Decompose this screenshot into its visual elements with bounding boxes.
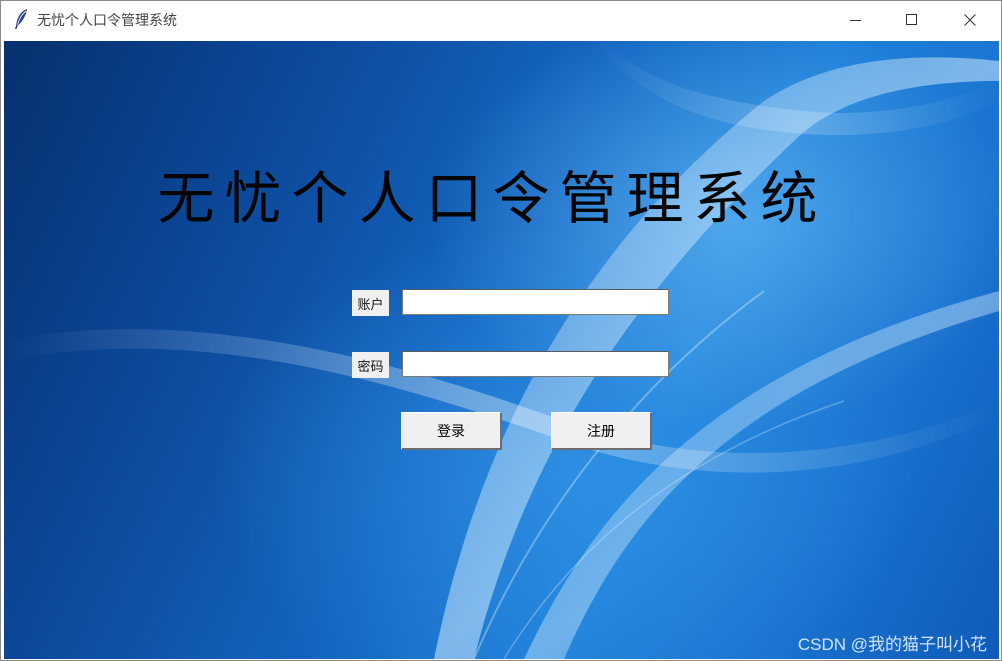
close-button[interactable] xyxy=(941,1,999,39)
password-input[interactable] xyxy=(402,351,669,377)
maximize-icon xyxy=(906,14,918,26)
maximize-button[interactable] xyxy=(883,1,941,39)
minimize-icon xyxy=(850,14,862,26)
login-button[interactable]: 登录 xyxy=(401,412,502,450)
password-label: 密码 xyxy=(352,352,389,378)
title-bar[interactable]: 无忧个人口令管理系统 xyxy=(1,1,1001,39)
app-window: 无忧个人口令管理系统 无忧个人口令管理系统 账户 密码 登录 注册 CSDN @… xyxy=(0,0,1002,661)
register-button[interactable]: 注册 xyxy=(551,412,652,450)
account-label: 账户 xyxy=(352,290,389,316)
login-panel: 无忧个人口令管理系统 账户 密码 登录 注册 CSDN @我的猫子叫小花 xyxy=(4,41,999,659)
minimize-button[interactable] xyxy=(827,1,885,39)
window-title: 无忧个人口令管理系统 xyxy=(37,13,177,29)
page-title: 无忧个人口令管理系统 xyxy=(157,166,828,232)
background-swoosh xyxy=(4,41,999,659)
close-icon xyxy=(964,14,976,26)
feather-icon xyxy=(13,8,29,30)
watermark-text: CSDN @我的猫子叫小花 xyxy=(797,635,987,654)
account-input[interactable] xyxy=(402,289,669,315)
